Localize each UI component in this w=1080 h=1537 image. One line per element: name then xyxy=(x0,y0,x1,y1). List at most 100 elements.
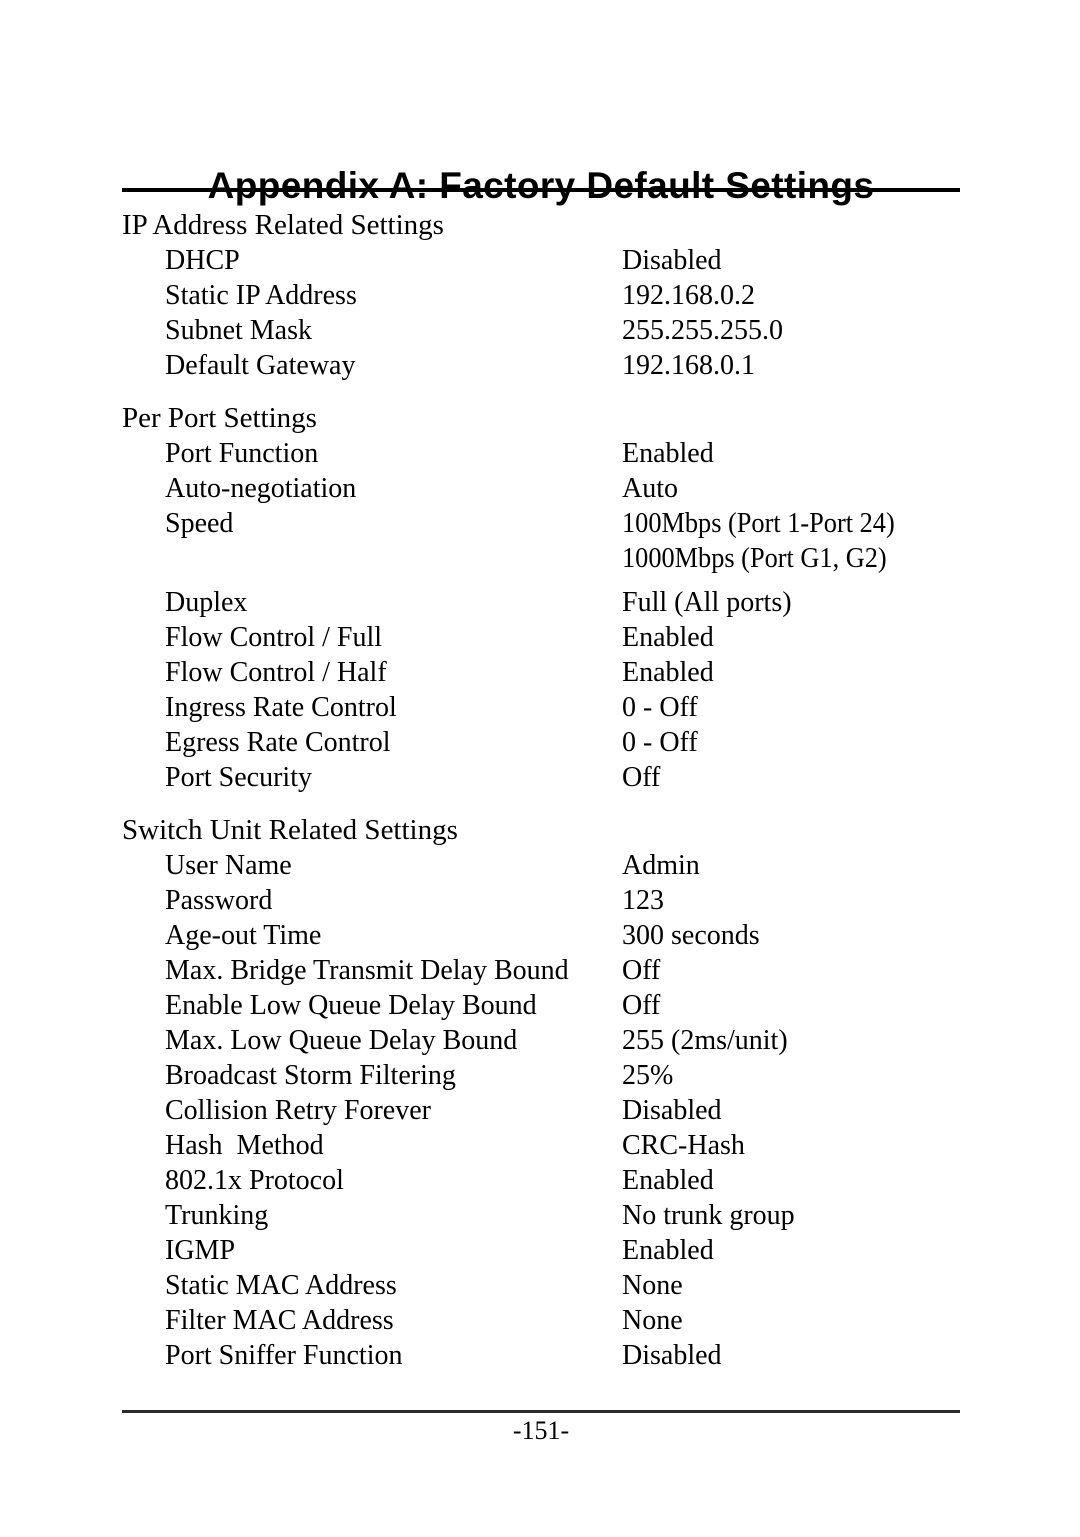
setting-value: Enabled xyxy=(622,1165,714,1196)
setting-value: Full (All ports) xyxy=(622,587,792,618)
setting-label: DHCP xyxy=(165,245,240,276)
setting-value: 300 seconds xyxy=(622,920,760,951)
setting-label: IGMP xyxy=(165,1235,236,1266)
setting-row: DHCP Disabled xyxy=(0,243,1080,278)
setting-value: 0 - Off xyxy=(622,727,698,758)
title-underline-rule xyxy=(122,188,960,192)
setting-row: Trunking No trunk group xyxy=(0,1198,1080,1233)
setting-row: Ingress Rate Control 0 - Off xyxy=(0,690,1080,725)
setting-label: Enable Low Queue Delay Bound xyxy=(165,990,537,1021)
section-heading: Switch Unit Related Settings xyxy=(122,814,458,846)
section-heading: IP Address Related Settings xyxy=(122,209,444,241)
setting-row: Static MAC Address None xyxy=(0,1268,1080,1303)
setting-value: Disabled xyxy=(622,245,722,276)
page-title: Appendix A: Factory Default Settings xyxy=(207,164,875,206)
setting-row: Egress Rate Control 0 - Off xyxy=(0,725,1080,760)
setting-label: Static IP Address xyxy=(165,280,357,311)
setting-value: 123 xyxy=(622,885,664,916)
setting-label: Default Gateway xyxy=(165,350,356,381)
setting-label: Speed xyxy=(165,508,234,539)
setting-value: Admin xyxy=(622,850,700,881)
settings-section: IP Address Related Settings DHCP Disabled S… xyxy=(0,207,1080,383)
setting-row: Default Gateway 192.168.0.1 xyxy=(0,348,1080,383)
setting-row: Port Sniffer Function Disabled xyxy=(0,1338,1080,1373)
settings-section: Switch Unit Related Settings User Name Adm… xyxy=(0,812,1080,1373)
setting-row: Password 123 xyxy=(0,883,1080,918)
setting-label: Hash Method xyxy=(165,1130,324,1161)
setting-value: Enabled xyxy=(622,622,714,653)
setting-row: Collision Retry Forever Disabled xyxy=(0,1093,1080,1128)
section-rows: DHCP Disabled Static IP Address 192.168.0.2… xyxy=(0,243,1080,383)
setting-row: Filter MAC Address None xyxy=(0,1303,1080,1338)
setting-row: IGMP Enabled xyxy=(0,1233,1080,1268)
setting-label: Flow Control / Half xyxy=(165,657,387,688)
setting-value: 0 - Off xyxy=(622,692,698,723)
setting-label: Password xyxy=(165,885,273,916)
setting-label: Broadcast Storm Filtering xyxy=(165,1060,456,1091)
setting-row: Flow Control / Full Enabled xyxy=(0,620,1080,655)
setting-value: 25% xyxy=(622,1060,674,1091)
setting-label: Port Sniffer Function xyxy=(165,1340,403,1371)
setting-label: Max. Low Queue Delay Bound xyxy=(165,1025,518,1056)
setting-row: Max. Bridge Transmit Delay Bound Off xyxy=(0,953,1080,988)
setting-row: Static IP Address 192.168.0.2 xyxy=(0,278,1080,313)
setting-row: Broadcast Storm Filtering 25% xyxy=(0,1058,1080,1093)
setting-value: 1000Mbps (Port G1, G2) xyxy=(622,543,887,574)
section-rows: User Name Admin Password 123 Age-out Time 300… xyxy=(0,848,1080,1373)
setting-value: Off xyxy=(622,762,661,793)
setting-value: Enabled xyxy=(622,438,714,469)
page-number: -151- xyxy=(512,1416,570,1445)
setting-row: Duplex Full (All ports) xyxy=(0,585,1080,620)
setting-row: User Name Admin xyxy=(0,848,1080,883)
setting-value: 192.168.0.1 xyxy=(622,350,755,381)
setting-value: Disabled xyxy=(622,1095,722,1126)
setting-row: Enable Low Queue Delay Bound Off xyxy=(0,988,1080,1023)
setting-value: Enabled xyxy=(622,1235,714,1266)
setting-label: Port Function xyxy=(165,438,319,469)
setting-value: 100Mbps (Port 1-Port 24) xyxy=(622,508,895,539)
setting-value: 255.255.255.0 xyxy=(622,315,783,346)
setting-row: Auto-negotiation Auto xyxy=(0,471,1080,506)
setting-row: Max. Low Queue Delay Bound 255 (2ms/unit) xyxy=(0,1023,1080,1058)
setting-row: Port Function Enabled xyxy=(0,436,1080,471)
setting-row: 1000Mbps (Port G1, G2) xyxy=(0,541,1080,576)
setting-row: Port Security Off xyxy=(0,760,1080,795)
settings-section: Per Port Settings Port Function Enabled Aut… xyxy=(0,400,1080,795)
setting-label: Trunking xyxy=(165,1200,269,1231)
setting-value: 192.168.0.2 xyxy=(622,280,755,311)
setting-label: 802.1x Protocol xyxy=(165,1165,344,1196)
setting-label: Filter MAC Address xyxy=(165,1305,394,1336)
setting-row: Hash Method CRC-Hash xyxy=(0,1128,1080,1163)
setting-label: Age-out Time xyxy=(165,920,322,951)
setting-value: 255 (2ms/unit) xyxy=(622,1025,788,1056)
section-heading: Per Port Settings xyxy=(122,402,317,434)
setting-label: Egress Rate Control xyxy=(165,727,391,758)
setting-row: Speed 100Mbps (Port 1-Port 24) xyxy=(0,506,1080,541)
section-rows: Port Function Enabled Auto-negotiation Auto… xyxy=(0,436,1080,795)
setting-label: Duplex xyxy=(165,587,248,618)
setting-label: Collision Retry Forever xyxy=(165,1095,431,1126)
setting-label: User Name xyxy=(165,850,292,881)
setting-value: Disabled xyxy=(622,1340,722,1371)
setting-row: Age-out Time 300 seconds xyxy=(0,918,1080,953)
setting-label: Static MAC Address xyxy=(165,1270,397,1301)
setting-value: No trunk group xyxy=(622,1200,795,1231)
setting-label: Flow Control / Full xyxy=(165,622,383,653)
document-page: Appendix A: Factory Default Settings IP … xyxy=(0,0,1080,1537)
setting-value: CRC-Hash xyxy=(622,1130,745,1161)
setting-value: None xyxy=(622,1270,683,1301)
setting-value: Off xyxy=(622,955,661,986)
setting-label: Subnet Mask xyxy=(165,315,312,346)
setting-row: 802.1x Protocol Enabled xyxy=(0,1163,1080,1198)
setting-value: Enabled xyxy=(622,657,714,688)
setting-value: Off xyxy=(622,990,661,1021)
setting-row: Subnet Mask 255.255.255.0 xyxy=(0,313,1080,348)
settings-list: IP Address Related Settings DHCP Disabled S… xyxy=(0,207,1080,1373)
setting-label: Ingress Rate Control xyxy=(165,692,397,723)
footer-rule xyxy=(122,1410,960,1413)
setting-label: Auto-negotiation xyxy=(165,473,357,504)
setting-value: None xyxy=(622,1305,683,1336)
setting-value: Auto xyxy=(622,473,678,504)
setting-label: Max. Bridge Transmit Delay Bound xyxy=(165,955,569,986)
setting-label: Port Security xyxy=(165,762,312,793)
